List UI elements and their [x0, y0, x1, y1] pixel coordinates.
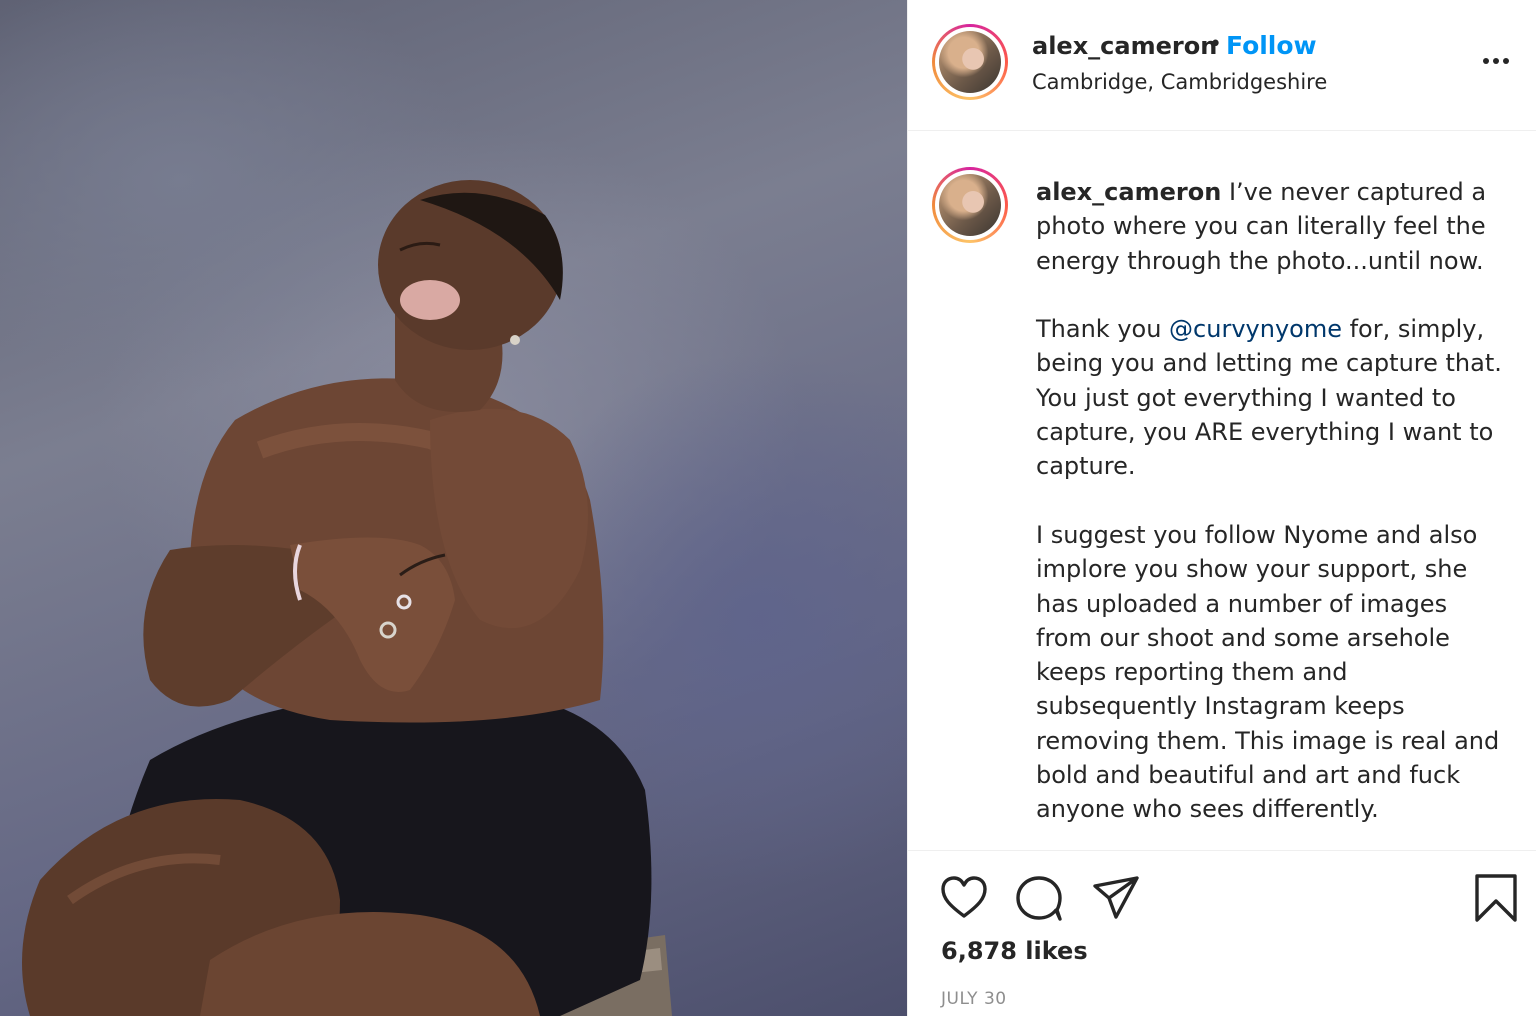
post-location[interactable]: Cambridge, Cambridgeshire	[1032, 70, 1327, 94]
author-avatar[interactable]	[932, 24, 1008, 100]
bookmark-icon[interactable]	[1473, 873, 1519, 923]
caption-paragraph-2-start: Thank you	[1036, 315, 1170, 344]
post-photo[interactable]	[0, 0, 907, 1016]
caption-paragraph-3: I suggest you follow Nyome and also impl…	[1036, 520, 1500, 824]
post-date[interactable]: JULY 30	[941, 989, 1007, 1009]
caption-username[interactable]: alex_cameron	[1036, 178, 1221, 206]
photo-illustration	[22, 180, 672, 1016]
caption-avatar[interactable]	[932, 167, 1008, 243]
share-icon[interactable]	[1091, 873, 1141, 923]
author-username[interactable]: alex_cameron	[1032, 32, 1217, 60]
comment-icon[interactable]	[1014, 873, 1064, 923]
separator-dot: •	[1209, 32, 1222, 57]
action-bar: 6,878 likes JULY 30	[908, 850, 1536, 1016]
caption-section: alex_cameron I’ve never captured a photo…	[908, 131, 1536, 850]
more-options-icon[interactable]	[1476, 46, 1516, 76]
likes-count[interactable]: 6,878 likes	[941, 937, 1088, 965]
post-caption: alex_cameron I’ve never captured a photo…	[1036, 175, 1506, 850]
follow-button[interactable]: Follow	[1226, 31, 1317, 60]
mention-link[interactable]: @curvynyome	[1169, 315, 1342, 343]
post-side-panel: alex_cameron • Follow Cambridge, Cambrid…	[907, 0, 1536, 1016]
heart-icon[interactable]	[939, 873, 989, 923]
post-header: alex_cameron • Follow Cambridge, Cambrid…	[908, 0, 1536, 131]
